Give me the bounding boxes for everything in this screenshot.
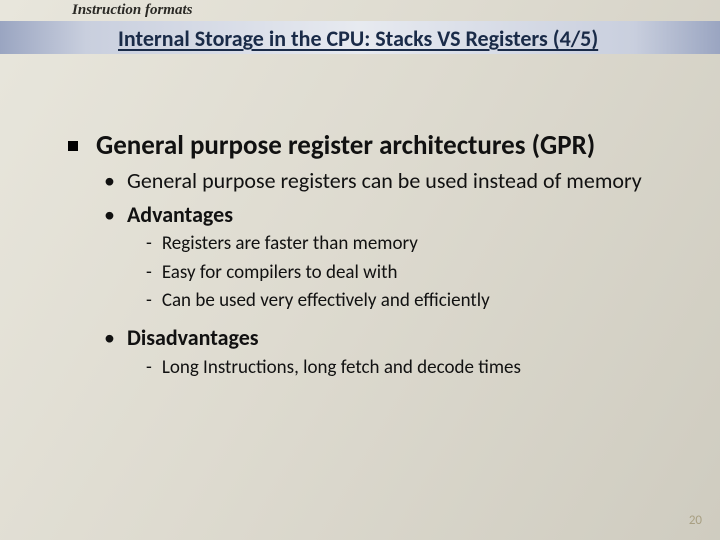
bullet-text: Disadvantages (127, 324, 259, 352)
bullet-text: Advantages (127, 201, 233, 229)
dash-bullet-icon: - (146, 261, 152, 285)
slide-title: Internal Storage in the CPU: Stacks VS R… (118, 25, 598, 52)
dash-bullet-icon: - (146, 232, 152, 256)
bullet-level2: • Disadvantages (104, 324, 688, 352)
dash-bullet-icon: - (146, 356, 152, 380)
section-heading: General purpose register architectures (… (96, 130, 595, 161)
slide-content: General purpose register architectures (… (68, 130, 688, 380)
bullet-text: Long Instructions, long fetch and decode… (162, 356, 521, 381)
dash-bullet-icon: - (146, 289, 152, 313)
bullet-text: Registers are faster than memory (162, 232, 418, 257)
dot-bullet-icon: • (104, 168, 115, 194)
square-bullet-icon (68, 141, 78, 151)
bullet-level3: - Easy for compilers to deal with (146, 261, 688, 286)
bullet-level2: • General purpose registers can be used … (104, 167, 688, 195)
bullet-text: Can be used very effectively and efficie… (162, 289, 490, 314)
bullet-text: General purpose registers can be used in… (127, 167, 642, 195)
dot-bullet-icon: • (104, 202, 115, 228)
bullet-level3: - Long Instructions, long fetch and deco… (146, 356, 688, 381)
bullet-level3: - Registers are faster than memory (146, 232, 688, 257)
bullet-level1: General purpose register architectures (… (68, 130, 688, 161)
bullet-text: Easy for compilers to deal with (162, 261, 398, 286)
bullet-level3: - Can be used very effectively and effic… (146, 289, 688, 314)
page-number: 20 (689, 513, 702, 528)
kicker-text: Instruction formats (72, 2, 192, 19)
bullet-level2: • Advantages (104, 201, 688, 229)
dot-bullet-icon: • (104, 325, 115, 351)
